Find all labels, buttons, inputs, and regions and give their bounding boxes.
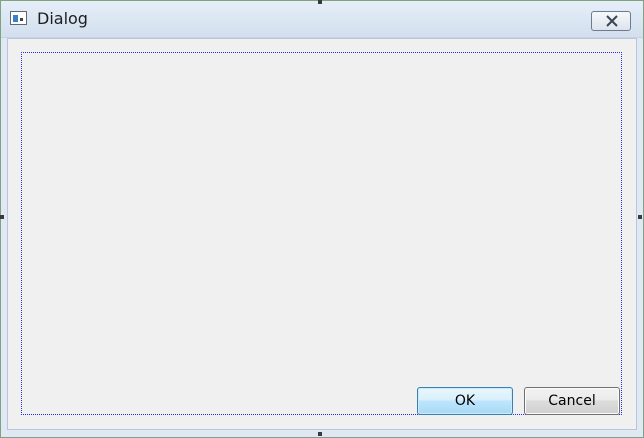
close-button[interactable] bbox=[591, 11, 631, 31]
resize-handle-left[interactable] bbox=[0, 215, 4, 219]
close-icon bbox=[606, 15, 618, 27]
ok-button-label: OK bbox=[454, 393, 476, 409]
dialog-window: Dialog OK Cancel bbox=[0, 0, 644, 438]
cancel-button[interactable]: Cancel bbox=[524, 387, 620, 415]
resize-handle-top[interactable] bbox=[318, 0, 322, 4]
window-app-icon bbox=[10, 11, 27, 25]
dialog-client-area: OK Cancel bbox=[7, 38, 637, 430]
window-title: Dialog bbox=[37, 9, 88, 28]
cancel-button-label: Cancel bbox=[548, 393, 596, 409]
ok-button[interactable]: OK bbox=[417, 387, 513, 415]
resize-handle-right[interactable] bbox=[638, 215, 642, 219]
resize-handle-bottom[interactable] bbox=[318, 432, 322, 436]
title-bar[interactable]: Dialog bbox=[1, 1, 643, 38]
layout-container bbox=[21, 52, 622, 415]
